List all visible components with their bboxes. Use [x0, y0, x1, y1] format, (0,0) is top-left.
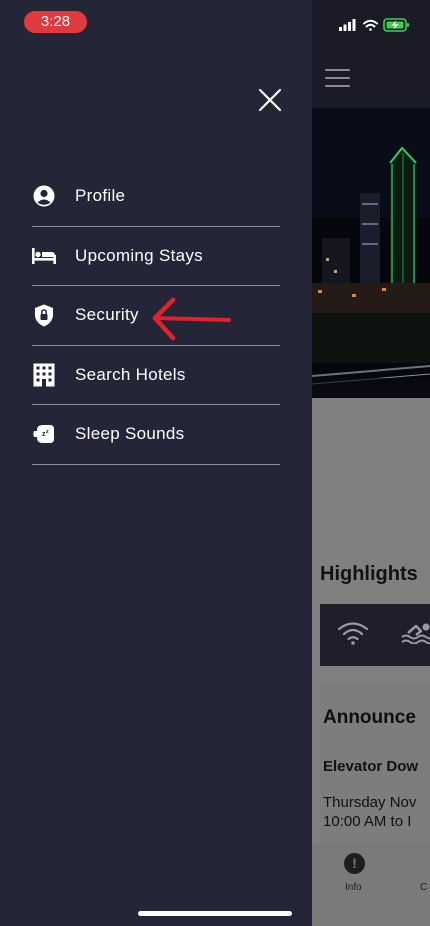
background-app: Highlights Announce Elevator Dow Thursda…: [312, 0, 430, 926]
amenity-bar: [320, 604, 430, 666]
city-skyline-image: [312, 108, 430, 398]
building-icon: [32, 363, 56, 387]
announcement-title: Elevator Dow: [323, 758, 419, 775]
menu-item-sleep-sounds[interactable]: z z Sleep Sounds: [32, 405, 280, 465]
menu-item-upcoming-stays[interactable]: Upcoming Stays: [32, 227, 280, 286]
annotation-arrow-icon: [152, 297, 231, 341]
announcements-heading: Announce: [323, 707, 416, 728]
home-indicator[interactable]: [138, 911, 292, 916]
menu-label-security: Security: [75, 305, 139, 325]
info-icon[interactable]: !: [344, 853, 365, 874]
status-time: 3:28: [24, 11, 87, 33]
sleep-sounds-icon: z z: [32, 422, 56, 446]
announcement-date: Thursday Nov: [323, 794, 417, 811]
menu-label-profile: Profile: [75, 186, 126, 206]
menu-label-sleep-sounds: Sleep Sounds: [75, 424, 185, 444]
cellular-signal-icon: [339, 19, 356, 31]
profile-icon: [32, 184, 56, 208]
announcement-time: 10:00 AM to I: [323, 813, 412, 830]
side-drawer: 3:28 Profile Upcoming Stays Security Sea…: [0, 0, 312, 926]
wifi-amenity-icon: [337, 622, 369, 645]
bed-icon: [32, 244, 56, 268]
menu-label-upcoming-stays: Upcoming Stays: [75, 245, 203, 265]
pool-amenity-icon: [401, 623, 430, 644]
highlights-heading: Highlights: [320, 563, 418, 585]
close-icon[interactable]: [256, 86, 284, 114]
shield-lock-icon: [32, 303, 56, 327]
tab-info[interactable]: Info: [345, 882, 362, 893]
menu-item-search-hotels[interactable]: Search Hotels: [32, 346, 280, 405]
bottom-tab-bar: [312, 843, 430, 926]
svg-text:z: z: [46, 429, 49, 435]
hamburger-menu-icon[interactable]: [325, 69, 350, 89]
battery-charging-icon: [383, 18, 409, 32]
status-icons: [339, 18, 409, 32]
wifi-icon: [363, 19, 378, 31]
tab-second[interactable]: C: [420, 882, 427, 893]
menu-label-search-hotels: Search Hotels: [75, 364, 186, 384]
menu-item-profile[interactable]: Profile: [32, 167, 280, 227]
